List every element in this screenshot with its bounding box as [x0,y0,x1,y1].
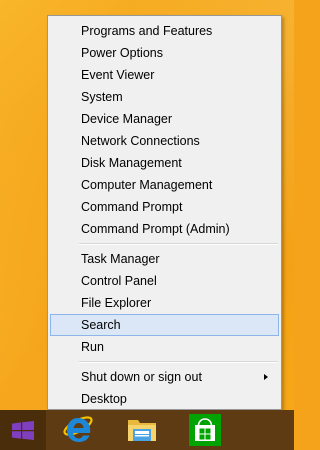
menu-item-programs-and-features[interactable]: Programs and Features [50,20,279,42]
windows-store-icon[interactable] [189,414,221,446]
menu-item-disk-management[interactable]: Disk Management [50,152,279,174]
menu-item-system[interactable]: System [50,86,279,108]
menu-item-power-options[interactable]: Power Options [50,42,279,64]
menu-item-command-prompt-admin[interactable]: Command Prompt (Admin) [50,218,279,240]
submenu-arrow-icon [264,374,268,380]
file-explorer-icon[interactable] [126,414,158,446]
internet-explorer-icon[interactable] [62,414,94,446]
menu-item-label: Shut down or sign out [81,370,202,384]
menu-item-file-explorer[interactable]: File Explorer [50,292,279,314]
menu-item-control-panel[interactable]: Control Panel [50,270,279,292]
menu-item-command-prompt[interactable]: Command Prompt [50,196,279,218]
menu-item-run[interactable]: Run [50,336,279,358]
start-button[interactable] [0,410,46,450]
menu-item-search[interactable]: Search [50,314,279,336]
menu-item-event-viewer[interactable]: Event Viewer [50,64,279,86]
windows-logo-icon [12,421,34,440]
menu-separator [79,361,278,363]
quick-link-menu: Programs and Features Power Options Even… [47,15,282,410]
menu-item-network-connections[interactable]: Network Connections [50,130,279,152]
menu-item-shut-down-or-sign-out[interactable]: Shut down or sign out [50,366,279,388]
taskbar [0,410,294,450]
menu-item-desktop[interactable]: Desktop [50,388,279,410]
menu-item-device-manager[interactable]: Device Manager [50,108,279,130]
menu-item-computer-management[interactable]: Computer Management [50,174,279,196]
menu-group-apps: Task Manager Control Panel File Explorer… [48,248,281,358]
menu-separator [79,243,278,245]
menu-group-power: Shut down or sign out Desktop [48,366,281,410]
menu-group-system-tools: Programs and Features Power Options Even… [48,16,281,240]
menu-item-task-manager[interactable]: Task Manager [50,248,279,270]
